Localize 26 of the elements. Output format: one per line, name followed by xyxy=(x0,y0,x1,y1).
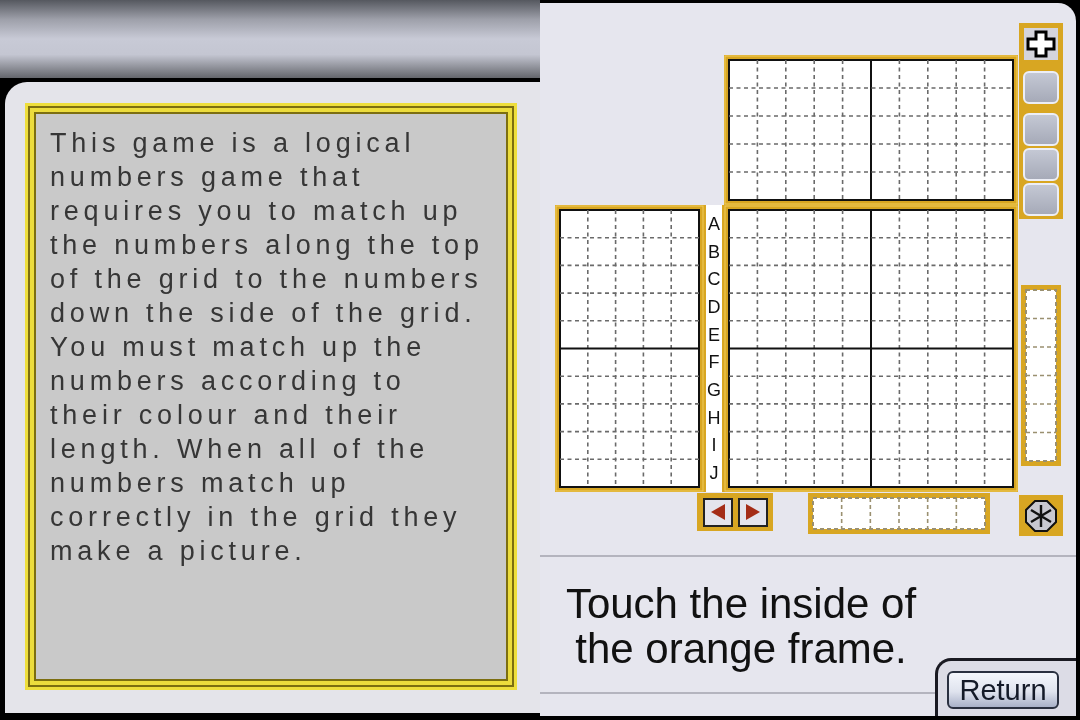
asterisk-button[interactable] xyxy=(1019,495,1063,536)
previous-button[interactable] xyxy=(702,497,733,527)
instructions-text: This game is a logical numbers game that requires you to match up the numbers along the top of the grid to the numbers down the side of the grid. You must match up the numbers according to their colour and their length. When all of the numbers match up correctly in the grid they make a picture. xyxy=(50,127,485,568)
row-label: G xyxy=(706,379,722,403)
column-clue-grid[interactable] xyxy=(724,55,1018,205)
plus-button[interactable] xyxy=(1019,23,1063,65)
row-label: D xyxy=(706,295,722,319)
puzzle-grid[interactable] xyxy=(724,205,1018,492)
row-label: E xyxy=(707,323,721,347)
row-label: F xyxy=(707,351,721,375)
row-label: J xyxy=(708,462,720,486)
row-label: B xyxy=(707,240,721,264)
left-triangle-icon xyxy=(710,504,725,520)
row-label: A xyxy=(707,212,721,236)
asterisk-icon xyxy=(1025,499,1057,532)
row-label: C xyxy=(706,268,722,292)
return-button[interactable]: Return xyxy=(947,671,1059,709)
row-label: H xyxy=(706,406,722,430)
hint-text: Touch the inside of the orange frame. xyxy=(564,581,918,671)
vertical-entry-field[interactable] xyxy=(1021,285,1061,466)
horizontal-entry-field[interactable] xyxy=(808,493,990,534)
next-button[interactable] xyxy=(737,497,768,527)
right-triangle-icon xyxy=(745,504,760,520)
plus-icon xyxy=(1024,28,1058,60)
row-clue-grid[interactable] xyxy=(555,205,704,492)
row-label: I xyxy=(710,434,718,458)
